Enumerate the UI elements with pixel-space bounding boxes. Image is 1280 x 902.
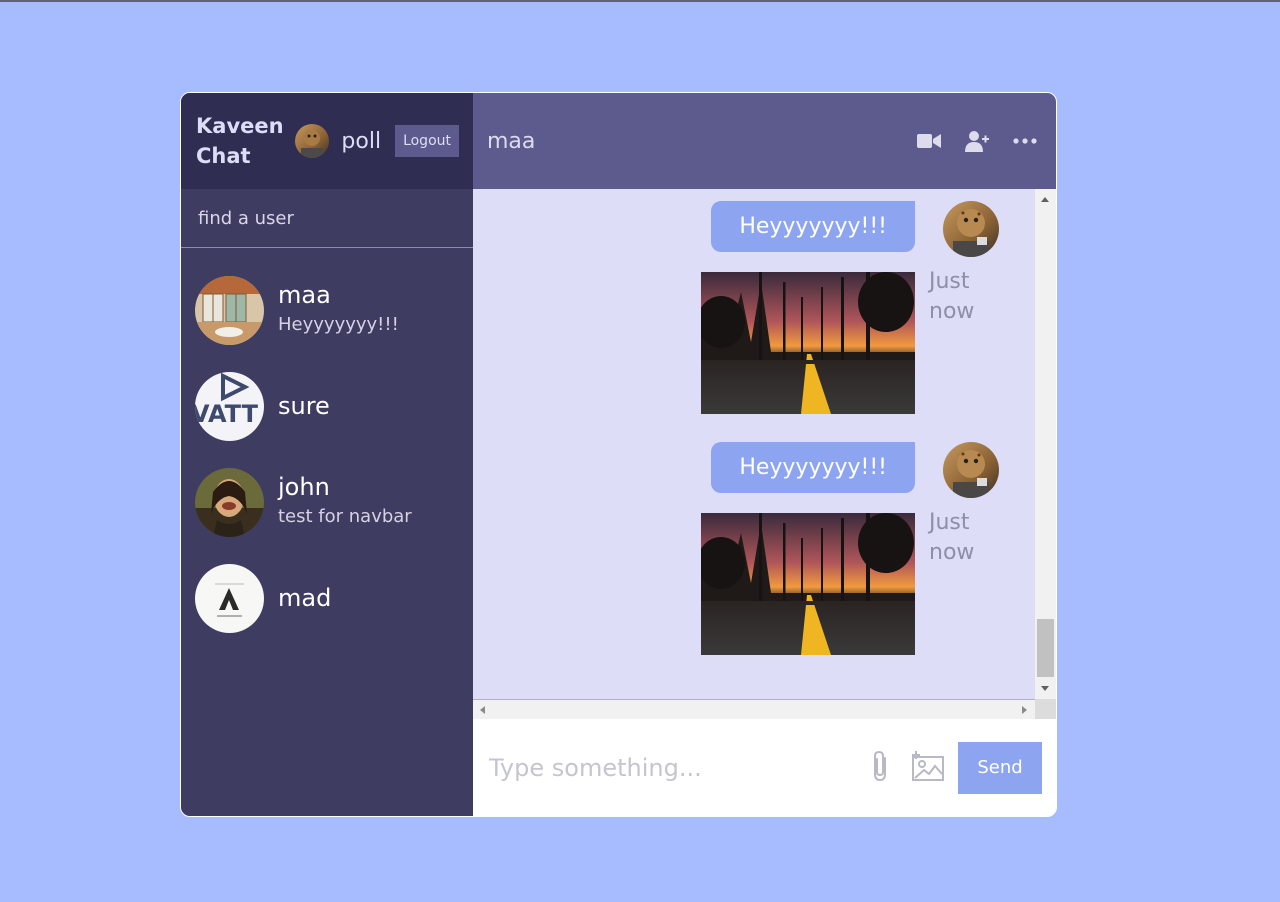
chat-avatar: VATT xyxy=(195,371,264,441)
video-camera-icon[interactable] xyxy=(916,128,942,154)
more-icon[interactable] xyxy=(1012,128,1038,154)
scroll-right-arrow-icon[interactable] xyxy=(1022,706,1027,714)
chat-info: maa Heyyyyyyy!!! xyxy=(278,280,399,340)
chat-item-john[interactable]: john test for navbar xyxy=(181,454,473,550)
app-logo: Kaveen Chat xyxy=(196,114,284,168)
logout-button[interactable]: Logout xyxy=(395,125,459,157)
chat-title: maa xyxy=(487,128,536,154)
send-button[interactable]: Send xyxy=(958,741,1042,794)
chat-avatar xyxy=(195,275,264,345)
message-image[interactable] xyxy=(701,513,915,655)
chat-actions xyxy=(916,128,1038,154)
search-input[interactable] xyxy=(198,207,456,229)
message-owner: Heyyyyyyy!!! Just now xyxy=(599,442,999,672)
current-user-avatar xyxy=(295,124,330,158)
chat-avatar xyxy=(195,467,264,537)
chat-name: maa xyxy=(278,281,331,309)
chat-name: mad xyxy=(278,584,332,612)
message-time: Just now xyxy=(929,269,975,324)
add-user-icon[interactable] xyxy=(964,128,990,154)
chat-info: sure xyxy=(278,391,330,421)
chat-header: maa xyxy=(473,93,1056,189)
chat-info: john test for navbar xyxy=(278,472,412,532)
scroll-left-arrow-icon[interactable] xyxy=(480,706,485,714)
horizontal-scrollbar[interactable] xyxy=(473,699,1035,720)
chat-last-message: test for navbar xyxy=(278,506,412,527)
message-input-bar: Send xyxy=(473,719,1056,816)
chat-item-sure[interactable]: VATT sure xyxy=(181,358,473,454)
chat-info: mad xyxy=(278,583,331,613)
chat-avatar xyxy=(195,563,264,633)
chat-name: sure xyxy=(278,392,330,420)
current-user-name: poll xyxy=(341,128,382,154)
user-search xyxy=(181,189,473,248)
vertical-scrollbar[interactable] xyxy=(1035,189,1056,699)
input-actions xyxy=(870,750,944,786)
scrollbar-corner xyxy=(1035,699,1056,720)
current-user: poll Logout xyxy=(295,124,459,158)
scroll-up-arrow-icon[interactable] xyxy=(1041,197,1049,202)
message-owner: Heyyyyyyy!!! Just now xyxy=(599,201,999,431)
message-image[interactable] xyxy=(701,272,915,414)
chat-app-window: Kaveen Chat poll Logout find a user maa … xyxy=(180,92,1057,817)
scrollbar-thumb[interactable] xyxy=(1037,619,1054,677)
chat-last-message: Heyyyyyyy!!! xyxy=(278,314,399,335)
message-bubble: Heyyyyyyy!!! xyxy=(711,442,915,493)
message-avatar xyxy=(943,201,999,257)
svg-text:VATT: VATT xyxy=(195,400,259,428)
attach-file-icon[interactable] xyxy=(870,750,892,786)
message-avatar xyxy=(943,442,999,498)
message-input[interactable] xyxy=(489,753,870,782)
add-image-icon[interactable] xyxy=(912,750,944,785)
chat-item-maa[interactable]: maa Heyyyyyyy!!! xyxy=(181,262,473,358)
sidebar: Kaveen Chat poll Logout find a user maa … xyxy=(181,93,473,816)
chat-item-mad[interactable]: mad xyxy=(181,550,473,646)
message-time: Just now xyxy=(929,510,975,565)
scroll-down-arrow-icon[interactable] xyxy=(1041,686,1049,691)
messages-area[interactable]: Heyyyyyyy!!! Just now Heyyyyyyy!!! Just … xyxy=(473,189,1035,699)
message-bubble: Heyyyyyyy!!! xyxy=(711,201,915,252)
chat-name: john xyxy=(278,473,330,501)
navbar: Kaveen Chat poll Logout xyxy=(181,93,473,189)
chat-panel: maa Heyyyyyyy!!! Just now Heyyyyyyy!!! J… xyxy=(473,93,1056,816)
chat-list: maa Heyyyyyyy!!! VATT sure john test for… xyxy=(181,248,473,646)
